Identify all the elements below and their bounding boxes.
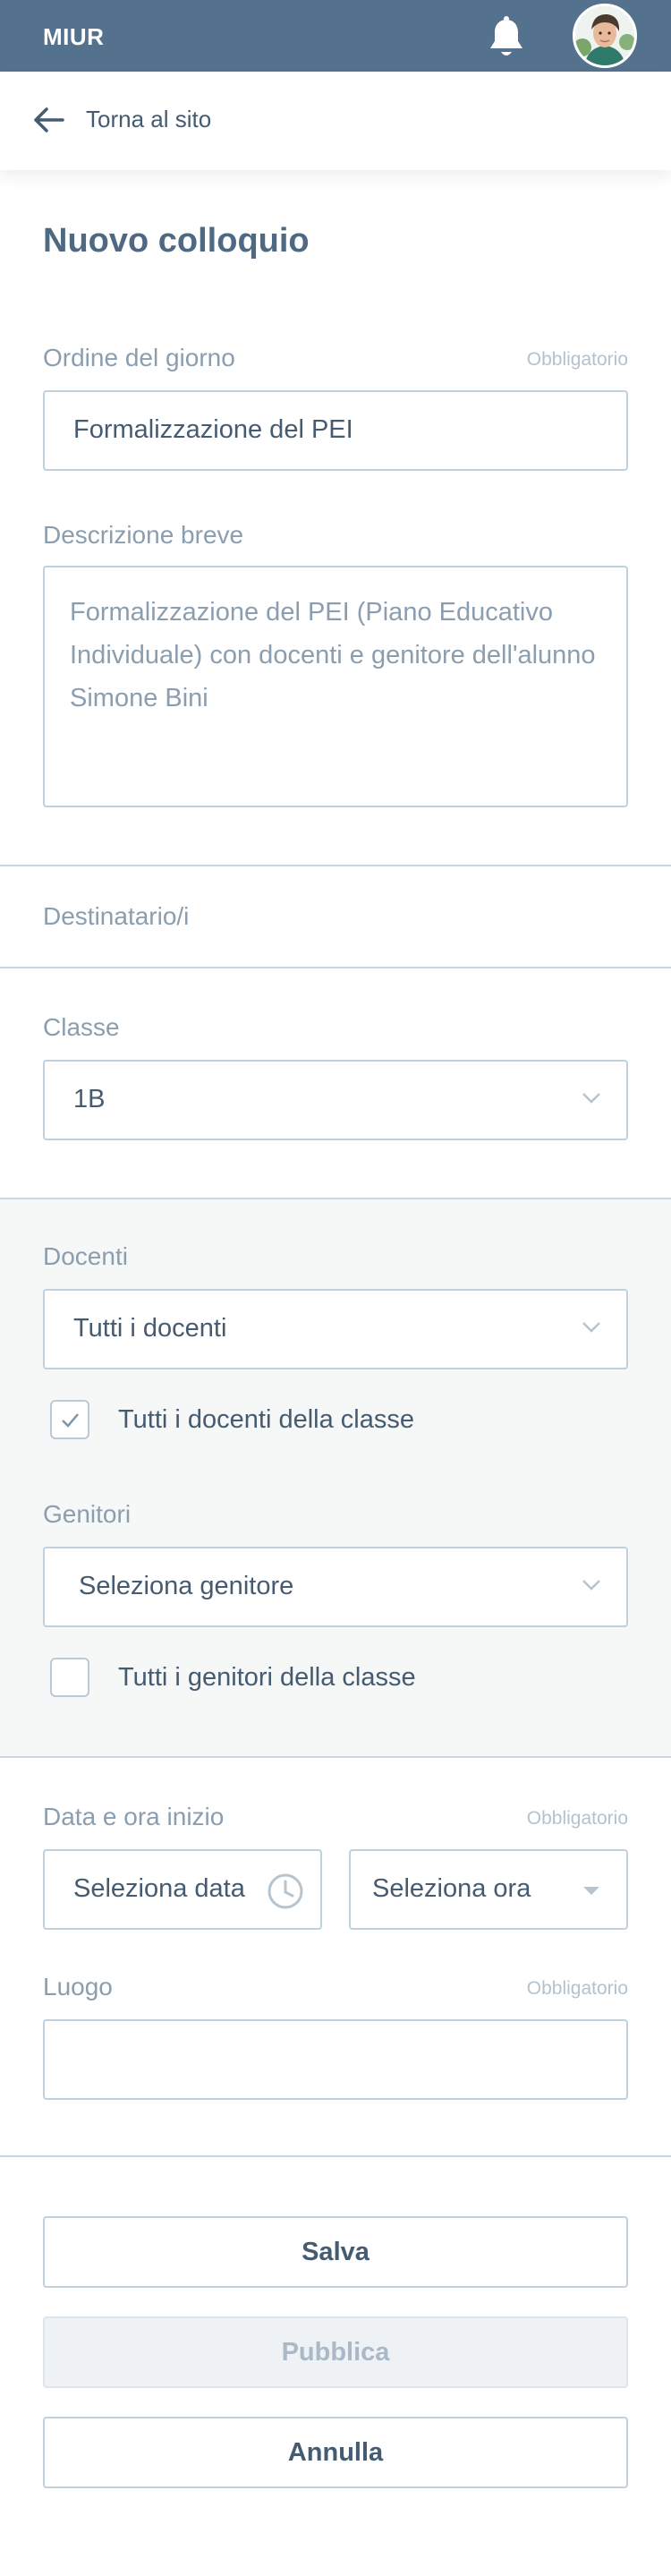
place-label: Luogo bbox=[43, 1973, 113, 2000]
class-label: Classe bbox=[43, 1013, 120, 1041]
back-link[interactable]: Torna al sito bbox=[86, 106, 211, 133]
all-parents-checkbox[interactable] bbox=[50, 1658, 89, 1697]
teachers-select[interactable]: Tutti i docenti bbox=[43, 1289, 628, 1369]
arrow-left-icon[interactable] bbox=[32, 106, 64, 134]
description-text: Formalizzazione del PEI (Piano Educativo… bbox=[70, 598, 596, 712]
divider bbox=[0, 1756, 671, 1758]
save-button[interactable]: Salva bbox=[43, 2216, 628, 2288]
clock-icon[interactable] bbox=[267, 1872, 304, 1910]
agenda-required: Obbligatorio bbox=[526, 349, 628, 370]
class-select-value: 1B bbox=[73, 1085, 106, 1113]
teachers-label: Docenti bbox=[43, 1242, 128, 1270]
class-select[interactable]: 1B bbox=[43, 1060, 628, 1140]
time-select-value: Seleziona ora bbox=[372, 1874, 531, 1903]
parents-select-value: Seleziona genitore bbox=[79, 1572, 294, 1600]
back-bar: Torna al sito bbox=[0, 72, 671, 170]
bell-icon[interactable] bbox=[487, 16, 526, 59]
place-required: Obbligatorio bbox=[526, 1978, 628, 1999]
agenda-input-value: Formalizzazione del PEI bbox=[73, 415, 353, 444]
chevron-down-icon bbox=[582, 1093, 600, 1104]
date-input-value: Seleziona data bbox=[73, 1874, 245, 1903]
cancel-button[interactable]: Annulla bbox=[43, 2417, 628, 2488]
description-textarea[interactable]: Formalizzazione del PEI (Piano Educativo… bbox=[43, 566, 628, 807]
recipients-heading: Destinatario/i bbox=[43, 902, 190, 930]
start-required: Obbligatorio bbox=[526, 1808, 628, 1829]
teachers-select-value: Tutti i docenti bbox=[73, 1314, 227, 1343]
brand-name[interactable]: MIUR bbox=[43, 23, 104, 51]
all-teachers-checkbox[interactable] bbox=[50, 1400, 89, 1439]
divider bbox=[0, 2155, 671, 2157]
avatar-portrait-icon bbox=[575, 6, 634, 65]
parents-select[interactable]: Seleziona genitore bbox=[43, 1547, 628, 1627]
start-label: Data e ora inizio bbox=[43, 1803, 225, 1830]
agenda-label: Ordine del giorno bbox=[43, 344, 235, 371]
divider bbox=[0, 865, 671, 866]
place-input[interactable] bbox=[43, 2019, 628, 2100]
page-title: Nuovo colloquio bbox=[43, 222, 310, 260]
chevron-down-icon bbox=[582, 1322, 600, 1333]
date-input[interactable]: Seleziona data bbox=[43, 1849, 322, 1930]
caret-down-icon bbox=[583, 1887, 599, 1895]
agenda-input[interactable]: Formalizzazione del PEI bbox=[43, 390, 628, 471]
chevron-down-icon bbox=[582, 1580, 600, 1591]
top-bar: MIUR bbox=[0, 0, 671, 72]
checkmark-icon bbox=[62, 1413, 79, 1428]
user-avatar[interactable] bbox=[573, 4, 637, 68]
description-label: Descrizione breve bbox=[43, 521, 244, 549]
all-teachers-label[interactable]: Tutti i docenti della classe bbox=[118, 1405, 414, 1435]
time-select[interactable]: Seleziona ora bbox=[349, 1849, 628, 1930]
publish-button[interactable]: Pubblica bbox=[43, 2316, 628, 2388]
all-parents-label[interactable]: Tutti i genitori della classe bbox=[118, 1663, 416, 1693]
parents-label: Genitori bbox=[43, 1500, 132, 1528]
divider bbox=[0, 967, 671, 968]
